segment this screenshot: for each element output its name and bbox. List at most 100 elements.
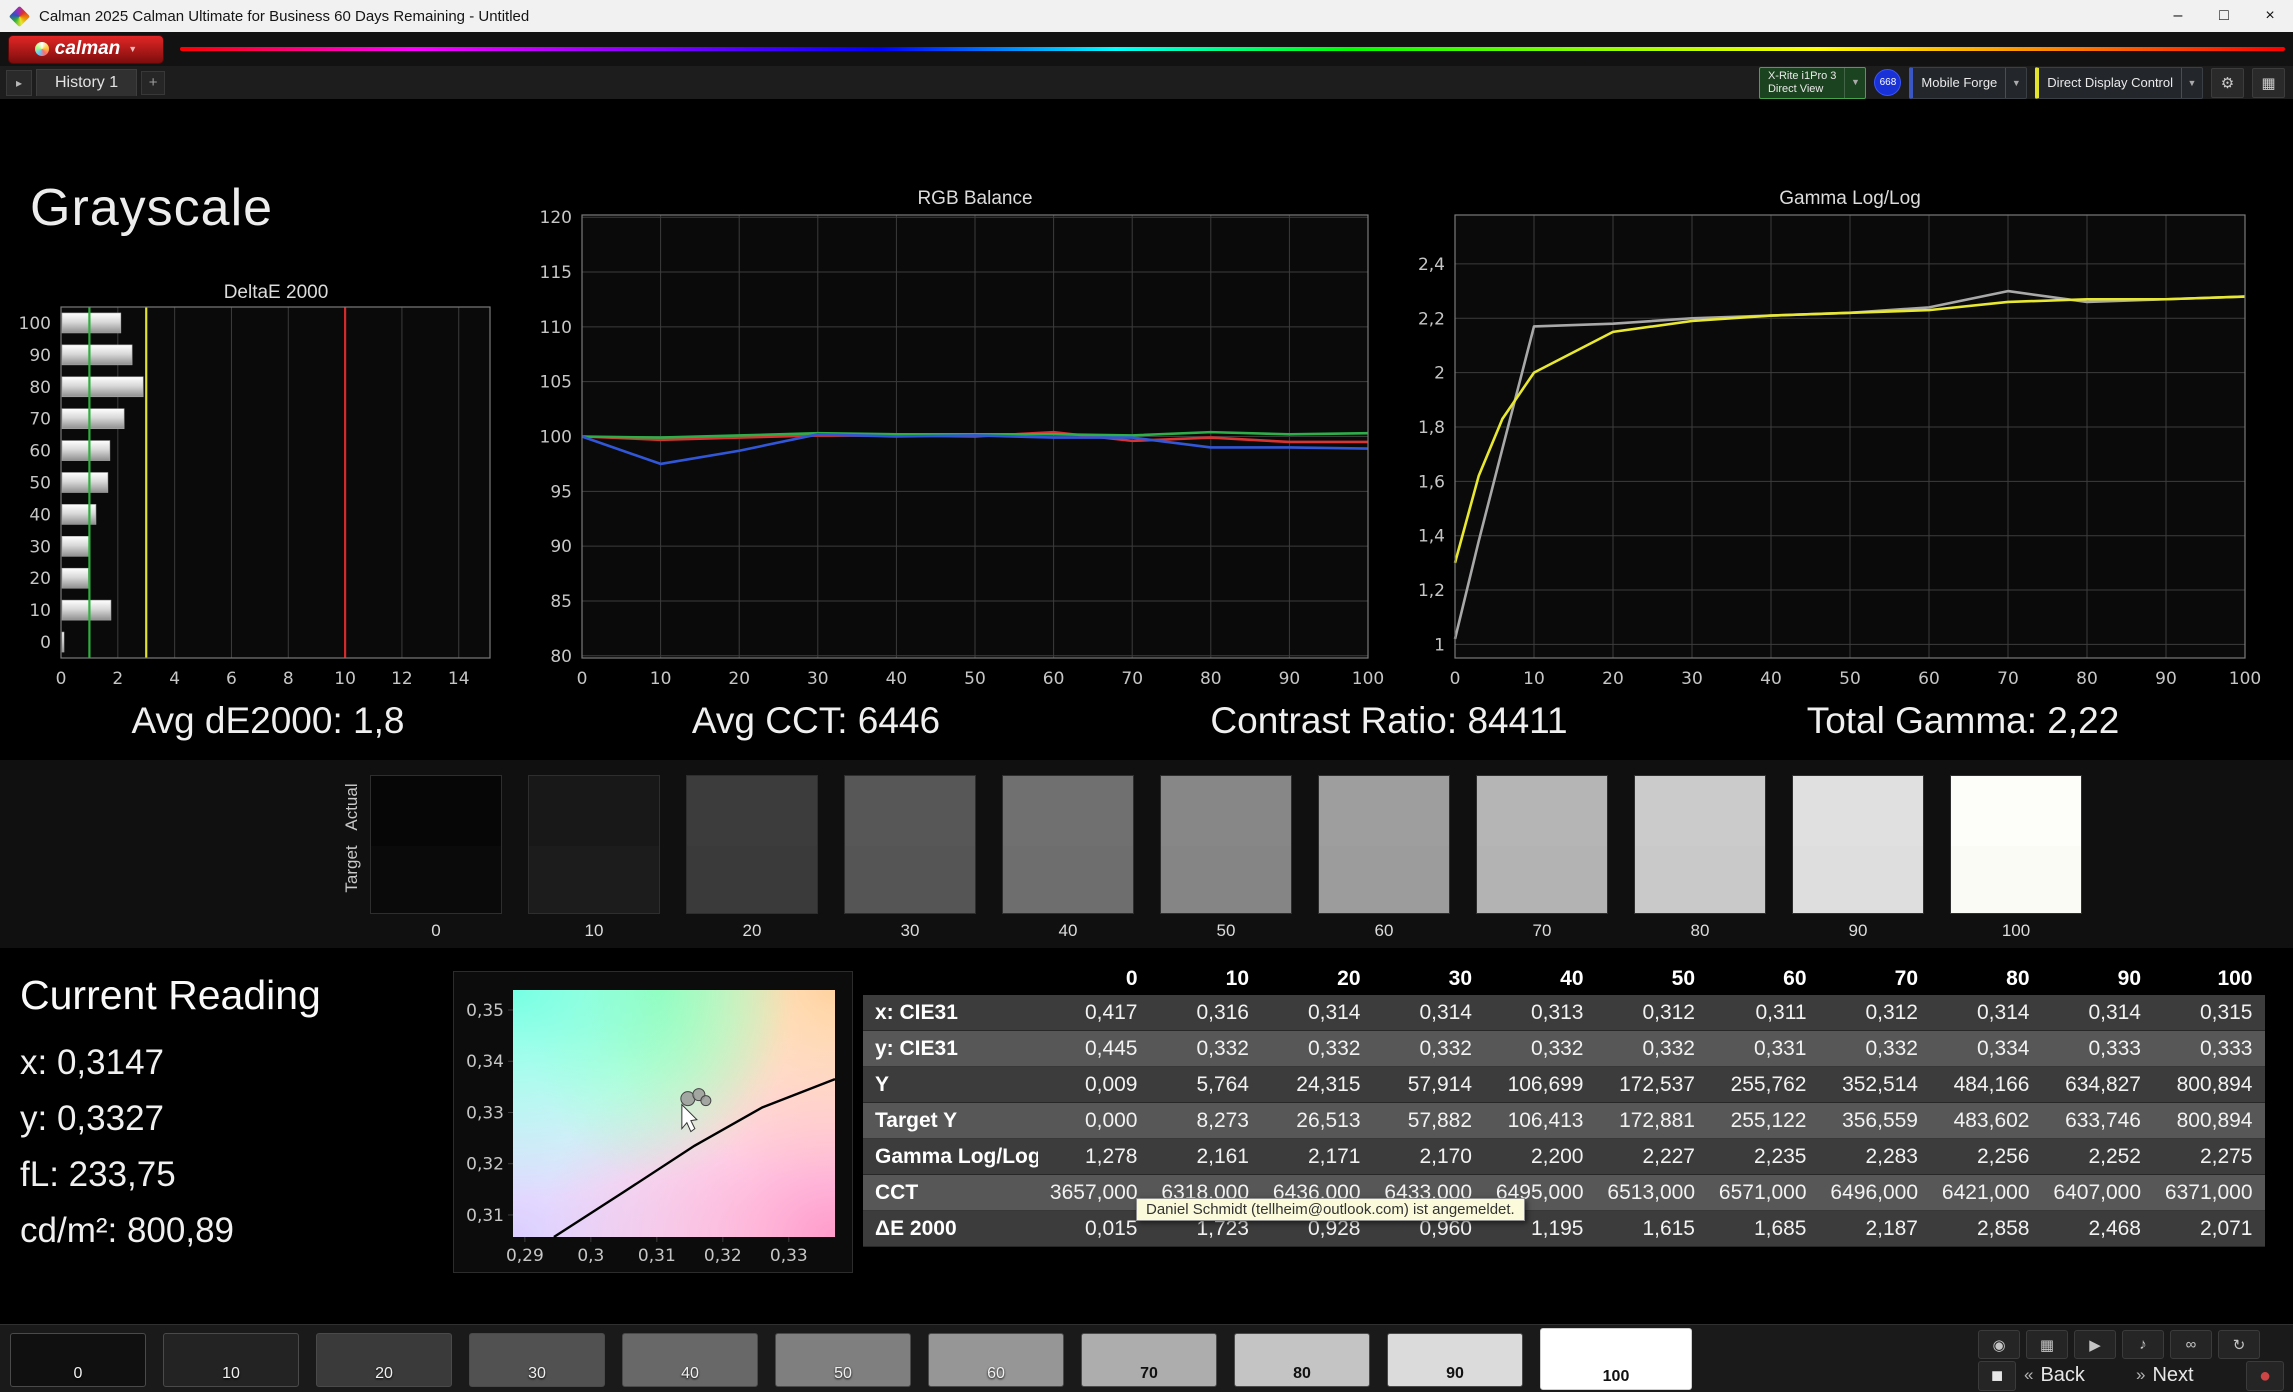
chevron-down-icon: ▼: [1844, 67, 1865, 98]
calman-wordmark: calman: [54, 38, 121, 59]
window-controls: – □ ×: [2155, 0, 2293, 32]
next-button[interactable]: » Next: [2136, 1361, 2194, 1389]
tab-scroll-button[interactable]: ▸: [6, 69, 32, 96]
table-cell: 40: [1560, 966, 1584, 990]
audio-icon[interactable]: ♪: [2122, 1330, 2164, 1359]
swatch-level-label: 100: [2001, 921, 2031, 940]
level-patch-button-0[interactable]: 0: [10, 1333, 146, 1387]
svg-text:8: 8: [283, 669, 294, 689]
table-cell: 6571,000: [1718, 1180, 1807, 1204]
table-cell: 0,009: [1084, 1072, 1138, 1096]
stop-button[interactable]: ■: [1978, 1361, 2016, 1391]
meter-icon[interactable]: ◉: [1978, 1330, 2020, 1359]
table-cell: 634,827: [2065, 1072, 2141, 1096]
minimize-button[interactable]: –: [2155, 0, 2201, 32]
swatch-actual: [370, 775, 502, 846]
settings-gear-button[interactable]: ⚙: [2211, 67, 2244, 98]
svg-text:90: 90: [2155, 669, 2177, 689]
table-cell: 3657,000: [1049, 1180, 1138, 1204]
svg-text:0: 0: [40, 633, 51, 653]
table-cell: 0,312: [1642, 1000, 1695, 1024]
swatch-target: [1634, 846, 1766, 914]
table-cell: 0,445: [1084, 1036, 1138, 1060]
hardware-controls: X-Rite i1Pro 3 Direct View ▼ 668 Mobile …: [1758, 66, 2285, 99]
svg-text:30: 30: [1681, 669, 1703, 689]
close-button[interactable]: ×: [2247, 0, 2293, 32]
table-cell: 80: [2006, 966, 2030, 990]
table-cell: 1,685: [1753, 1216, 1807, 1240]
svg-text:90: 90: [29, 346, 51, 366]
back-icon: «: [2024, 1365, 2034, 1384]
rgb-balance-chart: 0 10 20 30 40 50 60 70 80 90 100 120 115 110 105 100 95 9…: [540, 210, 1384, 689]
next-icon: »: [2136, 1365, 2146, 1384]
level-patch-button-100[interactable]: 100: [1540, 1328, 1692, 1390]
level-patch-button-90[interactable]: 90: [1387, 1333, 1523, 1387]
continuous-icon[interactable]: ∞: [2170, 1330, 2212, 1359]
gear-icon: ⚙: [2220, 74, 2235, 92]
svg-text:100: 100: [540, 428, 572, 448]
level-patch-button-50[interactable]: 50: [775, 1333, 911, 1387]
table-cell: 2,468: [2088, 1216, 2141, 1240]
svg-text:2,4: 2,4: [1418, 255, 1445, 275]
svg-text:0: 0: [577, 669, 588, 689]
svg-text:0,33: 0,33: [466, 1103, 504, 1123]
level-patch-button-80[interactable]: 80: [1234, 1333, 1370, 1387]
svg-text:120: 120: [540, 210, 572, 228]
table-cell: 5,764: [1196, 1072, 1249, 1096]
svg-text:100: 100: [2229, 669, 2261, 689]
table-cell: 20: [1337, 966, 1361, 990]
tab-add-button[interactable]: +: [141, 70, 166, 95]
record-button[interactable]: ●: [2246, 1361, 2284, 1391]
calman-logo-button[interactable]: calman ▼: [8, 34, 164, 64]
table-cell: ΔE 2000: [875, 1216, 957, 1240]
svg-text:40: 40: [1760, 669, 1782, 689]
current-reading-fl: fL: 233,75: [20, 1155, 176, 1194]
table-cell: 0,314: [2088, 1000, 2141, 1024]
level-patch-button-10[interactable]: 10: [163, 1333, 299, 1387]
meter-selector[interactable]: X-Rite i1Pro 3 Direct View ▼: [1758, 66, 1867, 99]
level-patch-button-30[interactable]: 30: [469, 1333, 605, 1387]
table-cell: 2,187: [1865, 1216, 1918, 1240]
refresh-icon[interactable]: ↻: [2218, 1330, 2260, 1359]
table-cell: 106,413: [1507, 1108, 1584, 1132]
table-cell: 2,071: [2199, 1216, 2253, 1240]
back-button-label: Back: [2040, 1363, 2085, 1386]
patch-level-label: 100: [1602, 1368, 1630, 1385]
meter-status-badge[interactable]: 668: [1874, 69, 1902, 96]
tab-history-1[interactable]: History 1: [36, 69, 138, 96]
table-row: Target Y 0,000 8,273 26,513 57,882 106,413 172…: [863, 1103, 2265, 1139]
panel-toggle-button[interactable]: ▦: [2252, 67, 2285, 98]
table-cell: 0,311: [1755, 1000, 1807, 1024]
table-cell: 0,316: [1196, 1000, 1249, 1024]
table-cell: 0,332: [1419, 1036, 1472, 1060]
table-row: Gamma Log/Log 1,278 2,161 2,171 2,170 2,200 2,…: [863, 1139, 2265, 1175]
table-cell: 172,881: [1619, 1108, 1695, 1132]
level-patch-button-20[interactable]: 20: [316, 1333, 452, 1387]
table-header-row: 0 10 20 30 40 50 60 70 80 90 100: [863, 962, 2265, 995]
level-patch-button-70[interactable]: 70: [1081, 1333, 1217, 1387]
play-icon[interactable]: ▶: [2074, 1330, 2116, 1359]
level-patch-button-60[interactable]: 60: [928, 1333, 1064, 1387]
table-cell: 2,252: [2088, 1144, 2141, 1168]
svg-text:10: 10: [334, 669, 356, 689]
pattern-icon[interactable]: ▦: [2026, 1330, 2068, 1359]
back-button[interactable]: « Back: [2024, 1361, 2085, 1389]
table-cell: 0,331: [1753, 1036, 1807, 1060]
table-cell: 2,170: [1419, 1144, 1472, 1168]
current-reading-x: x: 0,3147: [20, 1043, 164, 1082]
svg-text:14: 14: [448, 669, 470, 689]
level-patch-button-40[interactable]: 40: [622, 1333, 758, 1387]
tab-label: History 1: [55, 74, 119, 91]
source-selector[interactable]: Mobile Forge ▼: [1909, 66, 2028, 99]
maximize-button[interactable]: □: [2201, 0, 2247, 32]
deltae-bar-chart: 0 2 4 6 8 10 12 141009080706050403020100: [19, 306, 491, 689]
table-cell: 1,615: [1642, 1216, 1695, 1240]
patch-level-label: 60: [987, 1365, 1005, 1382]
table-cell: 0,332: [1196, 1036, 1249, 1060]
display-control-selector[interactable]: Direct Display Control ▼: [2035, 66, 2203, 99]
table-cell: 633,746: [2065, 1108, 2141, 1132]
next-button-label: Next: [2152, 1363, 2194, 1386]
table-cell: 2,200: [1530, 1144, 1584, 1168]
svg-text:110: 110: [540, 318, 572, 338]
gray-swatch-50: 50: [1160, 775, 1292, 940]
